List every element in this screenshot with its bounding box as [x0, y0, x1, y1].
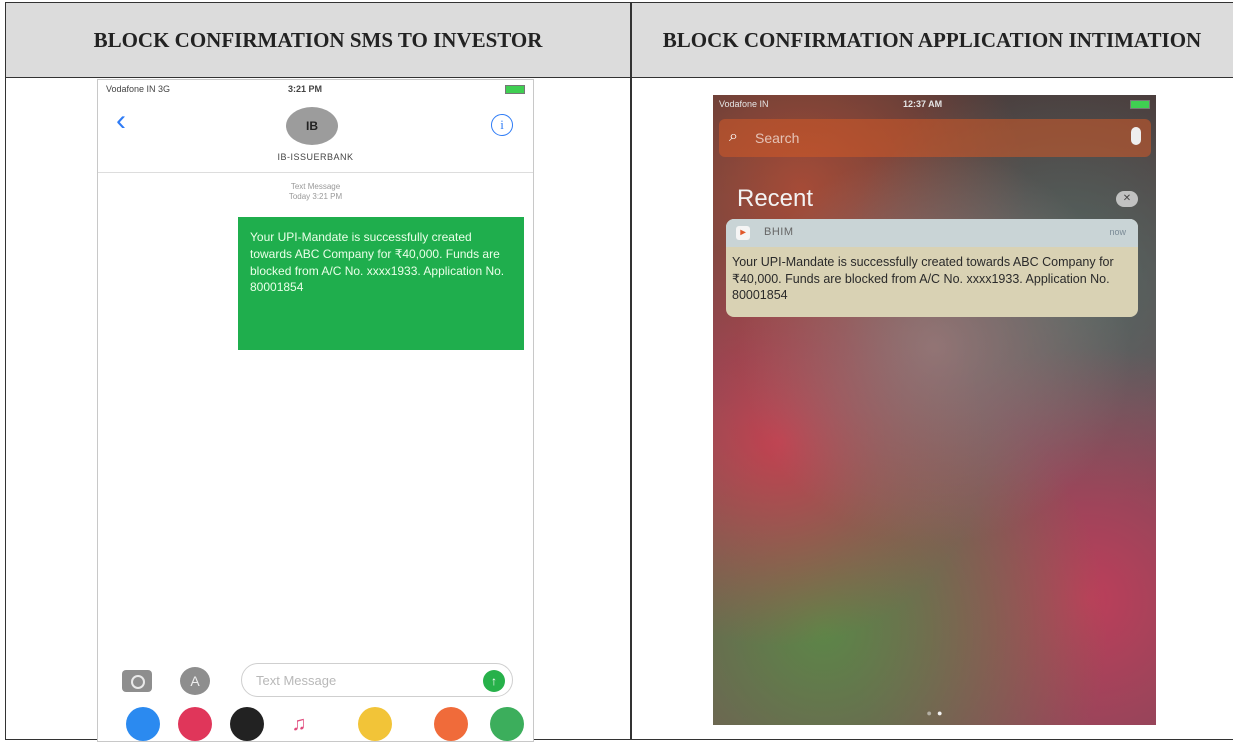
battery-icon: [505, 84, 525, 95]
notif-status-bar: Vodafone IN 12:37 AM: [713, 99, 1156, 113]
avatar[interactable]: IB: [286, 107, 338, 145]
clock: 12:37 AM: [903, 99, 943, 109]
clock: 3:21 PM: [288, 84, 323, 94]
apps-icon[interactable]: A: [180, 667, 210, 695]
notification-app-name: BHIM: [764, 226, 794, 238]
microphone-icon[interactable]: [1131, 127, 1141, 145]
search-icon: ⌕: [729, 128, 738, 145]
carrier-label: Vodafone IN 3G: [106, 84, 171, 94]
sender-name: IB-ISSUERBANK: [277, 152, 354, 162]
page-dot-active: ●: [937, 708, 943, 718]
stickers-app-icon[interactable]: [434, 707, 468, 741]
bhim-app-icon: ▸: [736, 226, 750, 240]
message-type: Text Message: [290, 182, 341, 191]
page-indicator: ● ●: [713, 708, 1156, 718]
send-audio-icon[interactable]: ↑: [483, 670, 505, 692]
sms-phone-screenshot: Vodafone IN 3G 3:21 PM ‹ IB i IB-ISSUERB…: [97, 79, 534, 742]
clear-notifications-button[interactable]: ✕: [1116, 191, 1138, 207]
appstore-app-icon[interactable]: [126, 707, 160, 741]
message-input-placeholder: Text Message: [256, 672, 337, 688]
back-chevron-icon[interactable]: ‹: [116, 106, 126, 136]
message-meta: Text Message Today 3:21 PM: [98, 182, 533, 203]
column-divider: [630, 3, 632, 739]
search-images-app-icon[interactable]: [178, 707, 212, 741]
header-application-intimation: BLOCK CONFIRMATION APPLICATION INTIMATIO…: [662, 27, 1202, 52]
notification-time: now: [1109, 227, 1126, 237]
sms-status-bar: Vodafone IN 3G 3:21 PM: [98, 84, 533, 98]
photos-app-icon[interactable]: [358, 707, 392, 741]
notification-header: ▸ BHIM now: [726, 219, 1138, 247]
camera-icon[interactable]: [122, 670, 152, 692]
header-sms-to-investor: BLOCK CONFIRMATION SMS TO INVESTOR: [93, 27, 543, 52]
page-dot: ●: [926, 708, 932, 718]
message-input[interactable]: Text Message: [241, 663, 513, 697]
maps-app-icon[interactable]: [490, 707, 524, 741]
search-input[interactable]: ⌕ Search: [719, 119, 1151, 157]
message-timestamp: Today 3:21 PM: [288, 192, 343, 202]
carrier-label: Vodafone IN: [719, 99, 769, 109]
header-divider: [98, 172, 533, 173]
table-header-row: BLOCK CONFIRMATION SMS TO INVESTOR BLOCK…: [6, 3, 1233, 78]
battery-icon: [1130, 99, 1150, 110]
notification-card[interactable]: ▸ BHIM now Your UPI-Mandate is successfu…: [726, 219, 1138, 317]
message-bubble[interactable]: Your UPI-Mandate is successfully created…: [238, 217, 524, 350]
music-app-icon[interactable]: ♫: [282, 707, 316, 741]
search-placeholder: Search: [755, 130, 800, 146]
info-icon[interactable]: i: [491, 114, 513, 136]
notification-phone-screenshot: Vodafone IN 12:37 AM ⌕ Search Recent ✕ ▸…: [713, 95, 1156, 725]
imessage-app-drawer: ♫: [98, 705, 533, 741]
notification-body: Your UPI-Mandate is successfully created…: [732, 255, 1114, 303]
digital-touch-app-icon[interactable]: [230, 707, 264, 741]
section-title: Recent: [737, 185, 814, 212]
